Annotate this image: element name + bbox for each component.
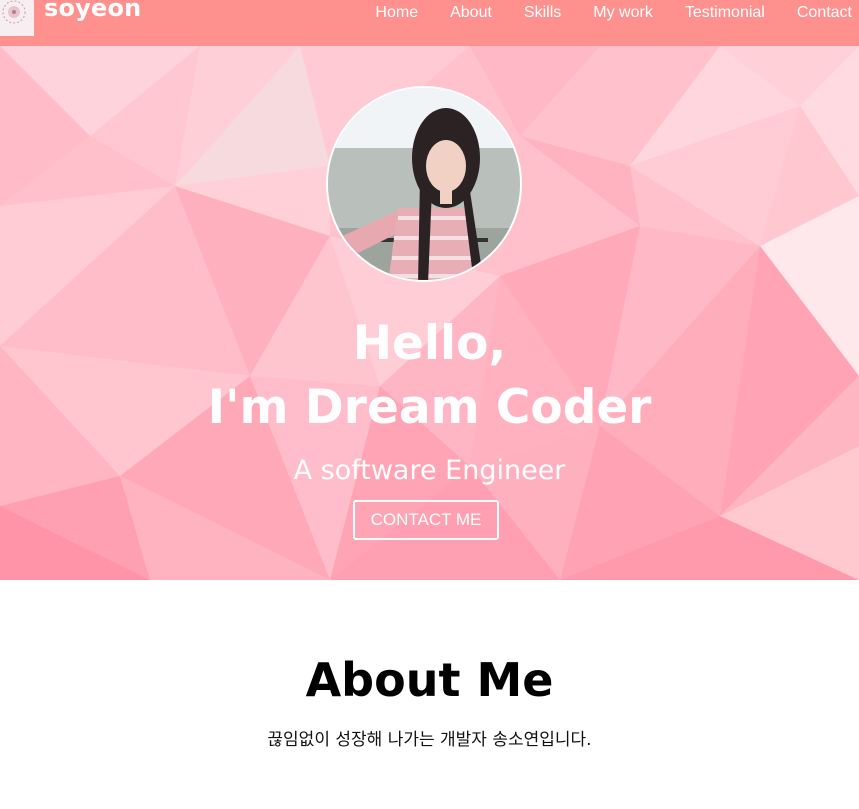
hero-title-line1: Hello, xyxy=(352,316,507,371)
nav-item-skills[interactable]: Skills xyxy=(524,4,561,22)
about-title: About Me xyxy=(305,653,554,707)
profile-avatar xyxy=(326,86,522,282)
contact-me-button[interactable]: CONTACT ME xyxy=(353,500,499,540)
hero-title: Hello, I'm Dream Coder xyxy=(0,312,859,440)
logo-icon[interactable] xyxy=(0,0,34,36)
nav-menu: Home About Skills My work Testimonial Co… xyxy=(375,1,859,25)
nav-item-my-work[interactable]: My work xyxy=(593,4,653,22)
hero-section: Hello, I'm Dream Coder A software Engine… xyxy=(0,46,859,580)
hero-subtitle: A software Engineer xyxy=(293,455,566,486)
hero-title-line2: I'm Dream Coder xyxy=(207,380,652,435)
nav-item-about[interactable]: About xyxy=(450,4,492,22)
logo-text[interactable]: soyeon xyxy=(44,0,141,22)
navbar: soyeon Home About Skills My work Testimo… xyxy=(0,0,859,46)
nav-item-contact[interactable]: Contact xyxy=(797,4,852,22)
nav-item-home[interactable]: Home xyxy=(375,4,418,22)
nav-item-testimonial[interactable]: Testimonial xyxy=(685,4,765,22)
about-description: 끊임없이 성장해 나가는 개발자 송소연입니다. xyxy=(267,730,592,750)
